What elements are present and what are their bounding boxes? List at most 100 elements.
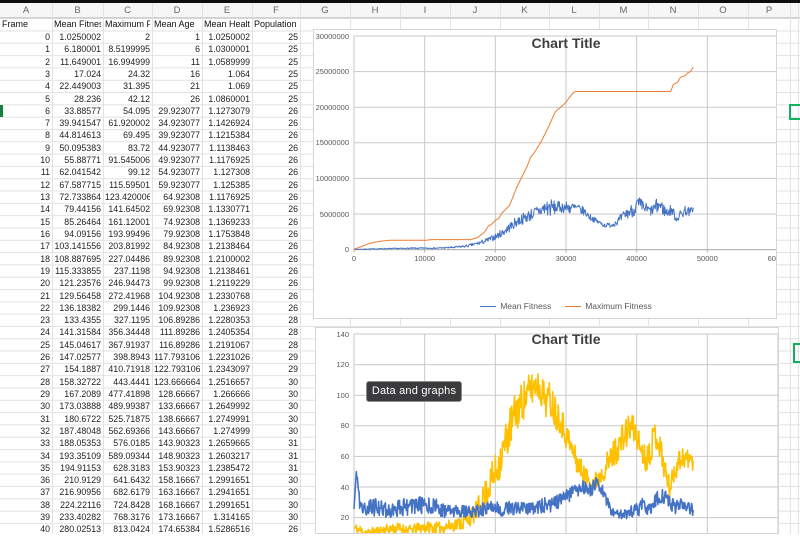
cell[interactable]: 34.923077 xyxy=(154,117,200,129)
cell[interactable]: 16 xyxy=(154,68,200,80)
cell[interactable]: 31 xyxy=(254,450,298,462)
cell[interactable]: 8 xyxy=(2,129,50,141)
cell[interactable]: 62.041542 xyxy=(54,166,101,178)
cell[interactable]: 30 xyxy=(254,425,298,437)
cell[interactable]: 25 xyxy=(254,31,298,43)
cell[interactable]: 216.90956 xyxy=(54,486,101,498)
cell[interactable]: 1.314165 xyxy=(204,511,250,523)
cell[interactable]: 641.6432 xyxy=(105,474,150,486)
cell[interactable]: 589.09344 xyxy=(105,450,150,462)
cell[interactable]: 1.1369233 xyxy=(204,216,250,228)
cell[interactable]: 167.2089 xyxy=(54,388,101,400)
cell[interactable]: 489.99387 xyxy=(105,400,150,412)
cell[interactable]: 26 xyxy=(254,129,298,141)
cell[interactable]: 173.16667 xyxy=(154,511,200,523)
cell[interactable]: 133.4355 xyxy=(54,314,101,326)
cell[interactable]: 61.920002 xyxy=(105,117,150,129)
cell[interactable]: 33.88577 xyxy=(54,105,101,117)
cell[interactable]: 1.0250002 xyxy=(204,31,250,43)
cell[interactable]: 27 xyxy=(2,363,50,375)
cell[interactable]: 44.814613 xyxy=(54,129,101,141)
cell[interactable]: 194.91153 xyxy=(54,462,101,474)
cell[interactable]: 398.8943 xyxy=(105,351,150,363)
cell[interactable]: 25 xyxy=(254,80,298,92)
cell[interactable]: 33 xyxy=(2,437,50,449)
cell[interactable]: 94.92308 xyxy=(154,265,200,277)
cell[interactable]: 768.3176 xyxy=(105,511,150,523)
cell[interactable]: 1.0250002 xyxy=(54,31,101,43)
cell[interactable]: 443.4441 xyxy=(105,376,150,388)
cell[interactable]: 69.92308 xyxy=(154,203,200,215)
cell[interactable]: 1.064 xyxy=(204,68,250,80)
cell[interactable]: 116.89286 xyxy=(154,339,200,351)
cell[interactable]: 25 xyxy=(254,56,298,68)
cell[interactable]: 26 xyxy=(254,240,298,252)
cell[interactable]: 39.941547 xyxy=(54,117,101,129)
cell[interactable]: 26 xyxy=(254,253,298,265)
cell[interactable]: 12 xyxy=(2,179,50,191)
cell[interactable]: 31 xyxy=(254,437,298,449)
cell[interactable]: 1.2941651 xyxy=(204,486,250,498)
cell[interactable]: 22 xyxy=(2,302,50,314)
cell[interactable]: 13 xyxy=(2,191,50,203)
cell[interactable]: 227.04486 xyxy=(105,253,150,265)
cell[interactable]: 20 xyxy=(2,277,50,289)
cell[interactable]: 14 xyxy=(2,203,50,215)
cell[interactable]: Mean Health xyxy=(204,18,250,31)
cell[interactable]: 327.1195 xyxy=(105,314,150,326)
cell[interactable]: 1.2280353 xyxy=(204,314,250,326)
cell[interactable]: 11 xyxy=(154,56,200,68)
cell[interactable]: 115.333855 xyxy=(54,265,101,277)
cell[interactable]: 173.03888 xyxy=(54,400,101,412)
cell[interactable]: 1.1426924 xyxy=(204,117,250,129)
cell[interactable]: 1.236923 xyxy=(204,302,250,314)
column-header-H[interactable]: H xyxy=(350,3,400,18)
column-header-C[interactable]: C xyxy=(103,3,152,18)
cell[interactable]: 85.26464 xyxy=(54,216,101,228)
cell[interactable]: 3 xyxy=(2,68,50,80)
cell[interactable]: 1.2343097 xyxy=(204,363,250,375)
cell[interactable]: 21 xyxy=(2,290,50,302)
cell[interactable]: 8.5199995 xyxy=(105,43,150,55)
cell[interactable]: 136.18382 xyxy=(54,302,101,314)
cell[interactable]: 1.1176925 xyxy=(204,191,250,203)
cell[interactable]: 26 xyxy=(254,228,298,240)
cell[interactable]: 24 xyxy=(2,326,50,338)
cell[interactable]: 117.793106 xyxy=(154,351,200,363)
cell[interactable]: 30 xyxy=(2,400,50,412)
cell[interactable]: 1.1138463 xyxy=(204,142,250,154)
cell[interactable]: 67.587715 xyxy=(54,179,101,191)
cell[interactable]: 31 xyxy=(2,413,50,425)
cell[interactable]: 233.40282 xyxy=(54,511,101,523)
cell[interactable]: 25 xyxy=(254,43,298,55)
cell[interactable]: 25 xyxy=(2,339,50,351)
cell[interactable]: 299.1446 xyxy=(105,302,150,314)
cell[interactable]: 246.94473 xyxy=(105,277,150,289)
cell[interactable]: 72.733864 xyxy=(54,191,101,203)
cell[interactable]: 2 xyxy=(105,31,150,43)
cell[interactable]: 628.3183 xyxy=(105,462,150,474)
cell[interactable]: 193.35109 xyxy=(54,450,101,462)
cell[interactable]: 39 xyxy=(2,511,50,523)
cell[interactable]: 31 xyxy=(254,462,298,474)
cell[interactable]: 94.09156 xyxy=(54,228,101,240)
cell[interactable]: 26 xyxy=(2,351,50,363)
cell[interactable]: 477.41898 xyxy=(105,388,150,400)
cell[interactable]: 106.89286 xyxy=(154,314,200,326)
cell[interactable]: 115.59501 xyxy=(105,179,150,191)
cell[interactable]: 25 xyxy=(254,93,298,105)
cell[interactable]: 103.141556 xyxy=(54,240,101,252)
cell[interactable]: 6 xyxy=(2,105,50,117)
cell[interactable]: 28 xyxy=(254,339,298,351)
cell[interactable]: Mean Fitness xyxy=(54,18,101,31)
cell[interactable]: 38 xyxy=(2,499,50,511)
cell[interactable]: 24.32 xyxy=(105,68,150,80)
cell[interactable]: 210.9129 xyxy=(54,474,101,486)
cell[interactable]: 26 xyxy=(254,179,298,191)
cell[interactable]: 10 xyxy=(2,154,50,166)
cell[interactable]: 18 xyxy=(2,253,50,265)
cell[interactable]: 682.6179 xyxy=(105,486,150,498)
cell[interactable]: 79.44156 xyxy=(54,203,101,215)
cell[interactable]: 367.91937 xyxy=(105,339,150,351)
cell[interactable]: 26 xyxy=(254,203,298,215)
